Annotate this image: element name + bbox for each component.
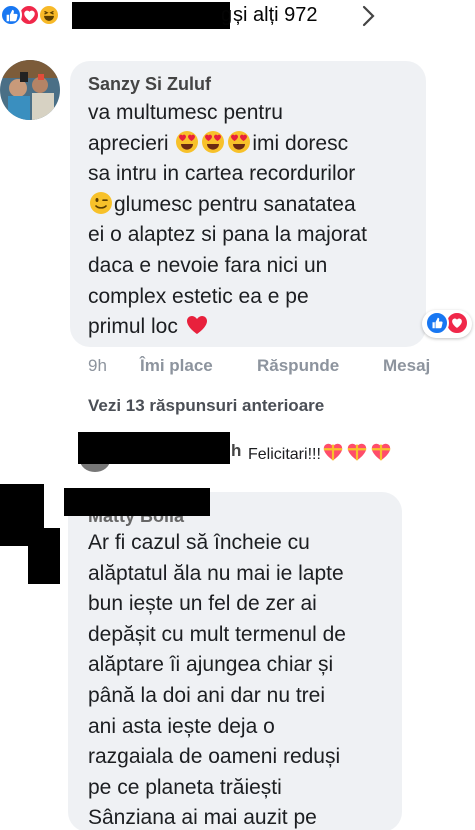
like-button[interactable]: Îmi place [140, 356, 213, 376]
reply-button[interactable]: Răspunde [257, 356, 339, 376]
redacted-name [64, 488, 210, 516]
comment-line: Sânziana ai mai auzit pe [88, 806, 317, 830]
comment-line: glumesc pentru sanatatea [88, 190, 418, 221]
chevron-right-icon[interactable] [360, 4, 378, 28]
comment-line: daca e nevoie fara nici un [88, 253, 328, 277]
comment-line-part: imi doresc [252, 131, 349, 155]
comment-line: bun iește un fel de zer ai [88, 592, 317, 616]
comment-line: până la doi ani dar nu trei [88, 683, 325, 707]
comment-line-part: aprecieri [88, 131, 175, 155]
comment-line: pe ce planeta trăiești [88, 775, 282, 799]
redacted-name [78, 432, 230, 464]
view-previous-replies-link[interactable]: Vezi 13 răspunsuri anterioare [88, 396, 324, 416]
comment-line: depășit cu mult termenul de [88, 622, 346, 646]
gift-heart-emoji-icon [323, 443, 343, 461]
comment-line: complex estetic ea e pe [88, 284, 309, 308]
comment-line: ei o alaptez si pana la majorat [88, 223, 367, 247]
gift-heart-emoji-icon [347, 443, 367, 461]
reply-preview[interactable]: h Felicitari!!! [231, 441, 393, 464]
red-heart-emoji-icon [186, 316, 207, 335]
comment-line: razgaiala de oameni reduși [88, 745, 341, 769]
comment-text: Ar fi cazul să încheie cu alăptatul ăla … [88, 528, 398, 830]
comment-line: primul loc [88, 312, 418, 343]
message-button[interactable]: Mesaj [383, 356, 430, 376]
like-icon [425, 311, 449, 335]
comment-line-part: primul loc [88, 315, 184, 339]
comment-author[interactable]: Sanzy Si Zuluf [88, 74, 211, 95]
wink-emoji-icon [90, 191, 112, 214]
reactor-name-tail: g [221, 4, 233, 26]
avatar[interactable] [0, 60, 60, 120]
comment-line-part: glumesc pentru sanatatea [114, 192, 356, 216]
haha-icon [38, 4, 60, 26]
heart-eyes-emoji-icon [202, 130, 225, 153]
comment-line: va multumesc pentru [88, 101, 283, 124]
comment-line: ani asta iește deja o [88, 714, 275, 738]
reply-preview-text: Felicitari!!! [248, 446, 321, 463]
comment-line: sa intru in cartea recordurilor [88, 162, 356, 186]
comment-line: aprecieri imi doresc [88, 129, 418, 160]
reactors-count-text[interactable]: g și alți 972 [221, 4, 318, 27]
redacted-name [72, 2, 230, 29]
comment-line: alăptatul ăla nu mai ie lapte [88, 561, 344, 585]
comment-line: Ar fi cazul să încheie cu [88, 531, 310, 554]
like-icon [0, 4, 22, 26]
gift-heart-emoji-icon [371, 443, 391, 461]
comment-reactions-badge[interactable] [422, 310, 472, 338]
reply-author-tail: h [231, 441, 242, 460]
comment-text: va multumesc pentru aprecieri imi doresc… [88, 98, 418, 343]
redacted-avatar [28, 528, 60, 584]
heart-eyes-emoji-icon [228, 130, 251, 153]
reactions-summary-bar[interactable]: g și alți 972 [0, 0, 475, 34]
comment-line: alăptare îi ajungea chiar și [88, 653, 334, 677]
others-count: și alți 972 [233, 4, 318, 26]
comment-timestamp: 9h [88, 356, 107, 375]
heart-eyes-emoji-icon [176, 130, 199, 153]
